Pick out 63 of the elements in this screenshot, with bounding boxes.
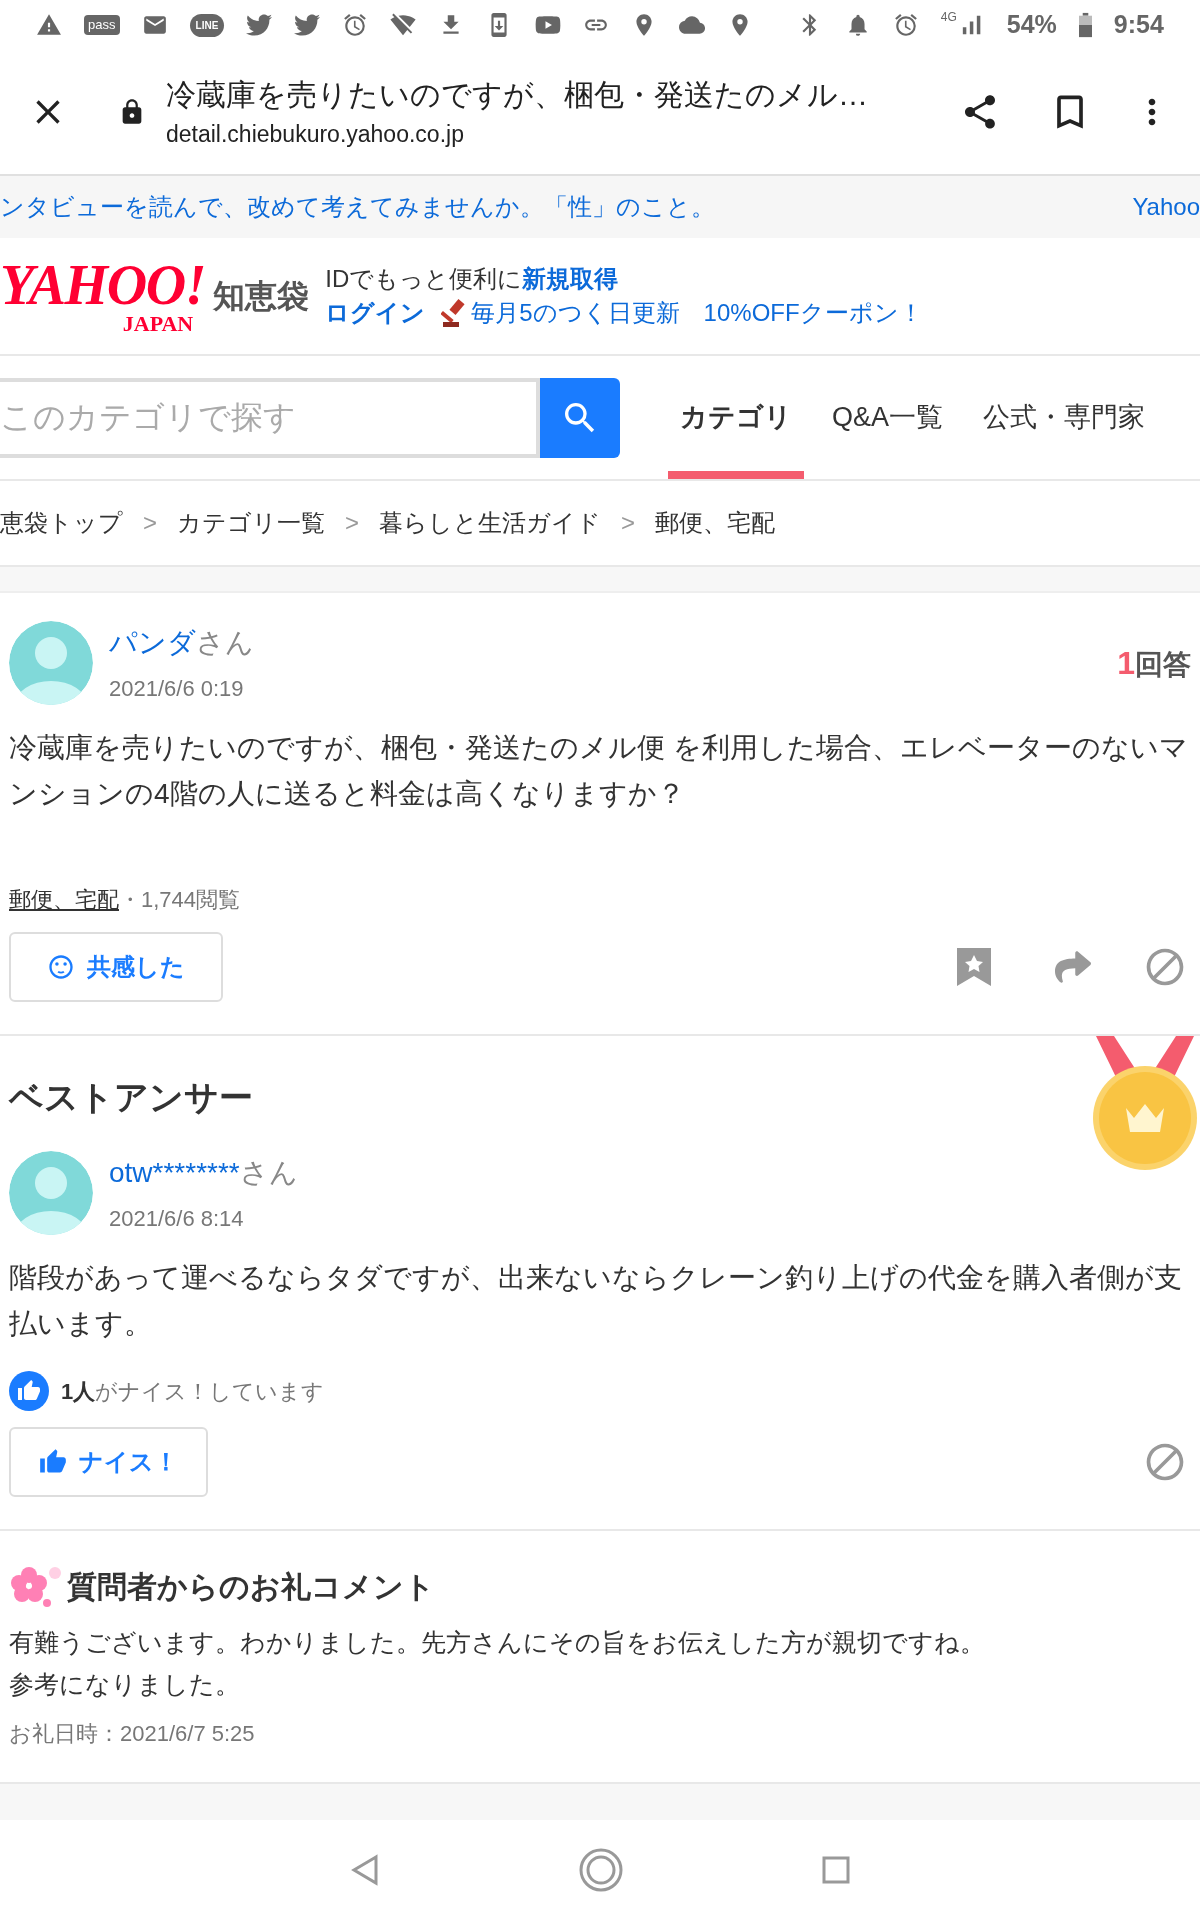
smiley-icon (47, 953, 75, 981)
recents-icon[interactable] (822, 1856, 851, 1884)
signup-link[interactable]: 新規取得 (522, 262, 619, 296)
answer-text: 階段があって運べるならタダですが、出来ないならクレーン釣り上げの代金を購入者側が支払います。 (9, 1261, 1183, 1341)
view-count: ・1,744閲覧 (119, 886, 241, 914)
pass-icon: pass (84, 15, 120, 35)
search-field[interactable]: このカテゴリで探す (0, 377, 540, 458)
alarm-icon (342, 11, 369, 39)
battery-icon (1078, 12, 1092, 38)
thanks-text: 参考になりました。 (9, 1669, 241, 1700)
answer-label: 回答 (1135, 648, 1191, 682)
battery-percent: 54% (1006, 9, 1057, 41)
empathy-button[interactable]: 共感した (9, 932, 223, 1002)
yahoo-logo[interactable]: YAHOO! (0, 257, 206, 313)
nice-count: 1人 (61, 1377, 96, 1406)
page-url: detail.chiebukuro.yahoo.co.jp (166, 120, 465, 150)
user-name[interactable]: パンダ (109, 621, 196, 664)
nav-tab[interactable]: Q&A一覧 (820, 356, 956, 479)
bookmark-star-icon[interactable] (957, 948, 991, 986)
honorific: さん (196, 625, 254, 660)
category-link[interactable]: 郵便、宅配 (9, 883, 119, 916)
thanks-text: 有難うございます。わかりました。先方さんにその旨をお伝えした方が親切ですね。 (9, 1627, 986, 1658)
breadcrumb-separator: > (621, 508, 636, 538)
clock-time: 9:54 (1113, 9, 1164, 41)
login-link[interactable]: ログイン (325, 296, 426, 330)
thanks-date: お礼日時：2021/6/7 5:25 (9, 1720, 256, 1748)
banner-link[interactable]: ンタビューを読んで、改めて考えてみませんか。「性」のこと。 (0, 189, 715, 225)
breadcrumb-link[interactable]: 郵便、宅配 (655, 505, 776, 541)
page-title: 冷蔵庫を売りたいのですが、梱包・発送たのメル… (166, 77, 869, 114)
network-label: 4G (940, 11, 957, 23)
breadcrumb-link[interactable]: カテゴリ一覧 (177, 505, 325, 541)
yahoo-link[interactable]: Yahoo (1132, 189, 1200, 225)
avatar-icon (9, 621, 93, 705)
thumbs-up-icon (39, 1448, 67, 1476)
alarm-icon (892, 11, 919, 39)
thanks-heading: 質問者からのお礼コメント (67, 1568, 435, 1605)
medal-icon (1090, 1036, 1200, 1172)
service-name: 知恵袋 (213, 277, 310, 316)
breadcrumb-separator: > (345, 508, 360, 538)
search-button[interactable] (540, 377, 620, 458)
nice-text: がナイス！しています (95, 1377, 325, 1406)
best-answer-heading: ベストアンサー (9, 1077, 254, 1118)
back-icon[interactable] (349, 1854, 380, 1886)
question-text: 冷蔵庫を売りたいのですが、梱包・発送たのメル便 を利用した場合、エレベーターのないマンションの4階の人に送ると料金は高くなりますか？ (9, 731, 1189, 811)
breadcrumb-link[interactable]: 恵袋トップ (0, 505, 123, 541)
home-icon[interactable] (579, 1848, 623, 1892)
breadcrumb-separator: > (143, 508, 157, 538)
user-name[interactable]: otw******** (109, 1151, 240, 1194)
breadcrumb-link[interactable]: 暮らしと生活ガイド (379, 505, 602, 541)
thumbs-up-icon (9, 1371, 49, 1411)
promo-link[interactable]: 毎月5のつく日更新 (471, 296, 680, 330)
honorific: さん (239, 1155, 298, 1190)
nav-tab[interactable]: カテゴリ (668, 356, 804, 479)
id-prompt: IDでもっと便利に (325, 264, 523, 294)
nav-tab[interactable]: 公式・専門家 (971, 356, 1158, 479)
post-date: 2021/6/6 8:14 (109, 1204, 245, 1233)
avatar-icon (9, 1151, 93, 1235)
post-date: 2021/6/6 0:19 (109, 674, 245, 703)
share-arrow-icon[interactable] (1055, 949, 1091, 985)
nice-button[interactable]: ナイス！ (9, 1427, 208, 1497)
answer-count: 1 (1117, 644, 1135, 683)
coupon-link[interactable]: 10%OFFクーポン！ (703, 296, 923, 330)
japan-logo: JAPAN (122, 313, 194, 335)
